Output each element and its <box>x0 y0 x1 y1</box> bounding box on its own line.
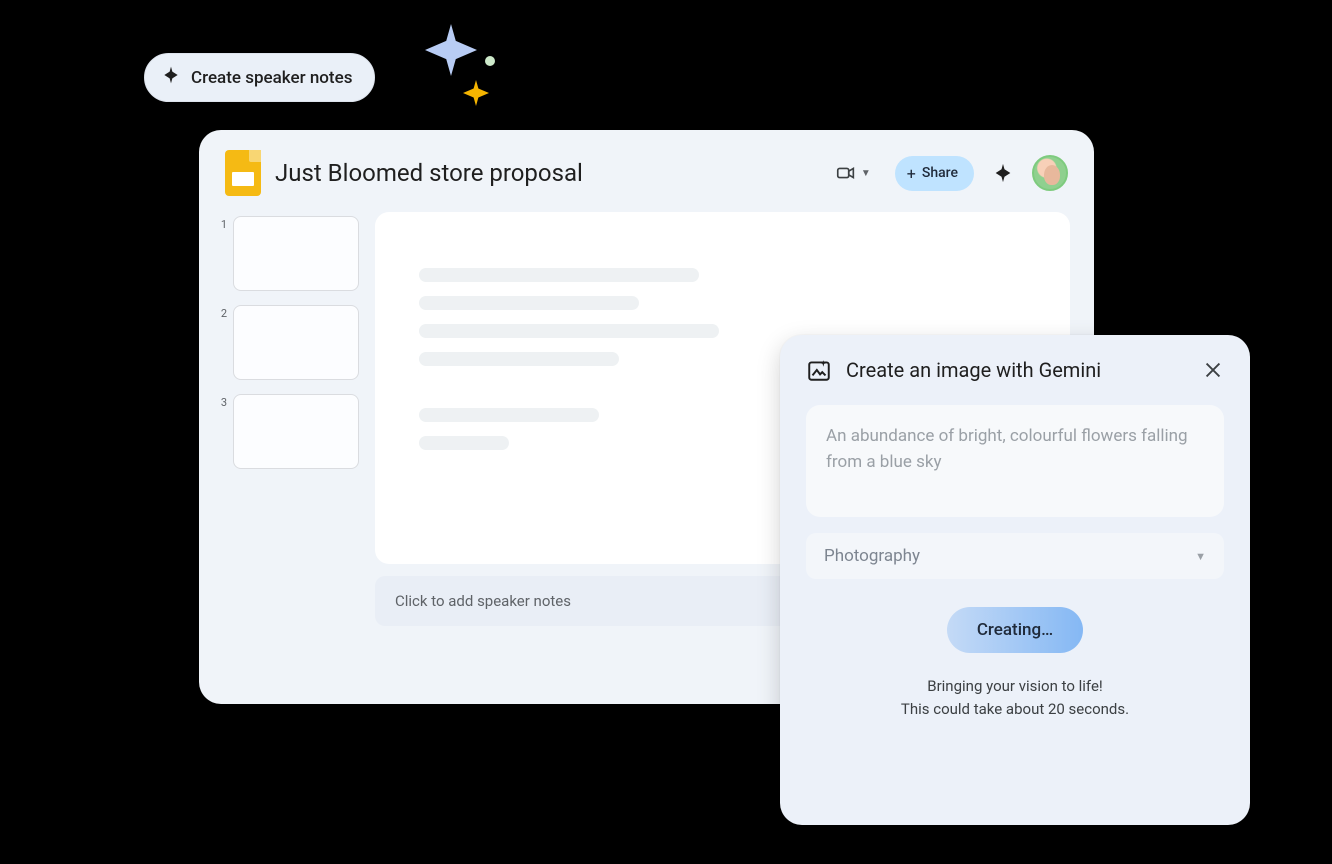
placeholder-line <box>419 352 619 366</box>
suggestion-label: Create speaker notes <box>191 68 352 88</box>
style-selected-value: Photography <box>824 546 920 566</box>
slides-logo-icon <box>225 150 261 196</box>
thumbnail-row: 2 <box>217 305 359 380</box>
document-title[interactable]: Just Bloomed store proposal <box>275 159 813 187</box>
status-line-2: This could take about 20 seconds. <box>806 698 1224 721</box>
placeholder-line <box>419 324 719 338</box>
creating-label: Creating… <box>977 620 1053 640</box>
gemini-panel-header: Create an image with Gemini <box>806 357 1224 383</box>
video-call-button[interactable]: ▼ <box>827 156 879 190</box>
status-line-1: Bringing your vision to life! <box>806 675 1224 698</box>
placeholder-line <box>419 436 509 450</box>
plus-icon: + <box>907 164 916 183</box>
gemini-launcher-button[interactable] <box>990 160 1016 186</box>
close-button[interactable] <box>1202 359 1224 381</box>
prompt-text: An abundance of bright, colourful flower… <box>826 426 1188 472</box>
image-style-select[interactable]: Photography ▼ <box>806 533 1224 579</box>
share-label: Share <box>922 165 958 181</box>
chevron-down-icon: ▼ <box>1195 550 1206 563</box>
thumbnail-index: 2 <box>217 305 227 320</box>
gemini-image-panel: Create an image with Gemini An abundance… <box>780 335 1250 825</box>
placeholder-line <box>419 296 639 310</box>
thumbnail-index: 3 <box>217 394 227 409</box>
user-avatar[interactable] <box>1032 155 1068 191</box>
placeholder-line <box>419 268 699 282</box>
thumbnail-index: 1 <box>217 216 227 231</box>
placeholder-line <box>419 408 599 422</box>
header: Just Bloomed store proposal ▼ + Share <box>199 130 1094 212</box>
share-button[interactable]: + Share <box>895 156 974 191</box>
thumbnail-strip: 1 2 3 <box>217 212 359 626</box>
header-actions: ▼ + Share <box>827 155 1068 191</box>
gemini-panel-title: Create an image with Gemini <box>846 358 1188 382</box>
slide-thumbnail[interactable] <box>233 216 359 291</box>
generation-status: Bringing your vision to life! This could… <box>806 675 1224 722</box>
close-icon <box>1202 359 1224 381</box>
speaker-notes-placeholder: Click to add speaker notes <box>395 592 571 610</box>
image-generate-icon <box>806 357 832 383</box>
caret-down-icon: ▼ <box>861 168 871 179</box>
creating-button[interactable]: Creating… <box>947 607 1083 653</box>
decorative-sparkles <box>415 18 515 118</box>
video-icon <box>835 162 857 184</box>
thumbnail-row: 3 <box>217 394 359 469</box>
slide-thumbnail[interactable] <box>233 394 359 469</box>
thumbnail-row: 1 <box>217 216 359 291</box>
sparkle-icon <box>161 65 181 90</box>
image-prompt-input[interactable]: An abundance of bright, colourful flower… <box>806 405 1224 517</box>
suggestion-pill[interactable]: Create speaker notes <box>144 53 375 102</box>
slide-thumbnail[interactable] <box>233 305 359 380</box>
sparkle-icon <box>992 162 1014 184</box>
